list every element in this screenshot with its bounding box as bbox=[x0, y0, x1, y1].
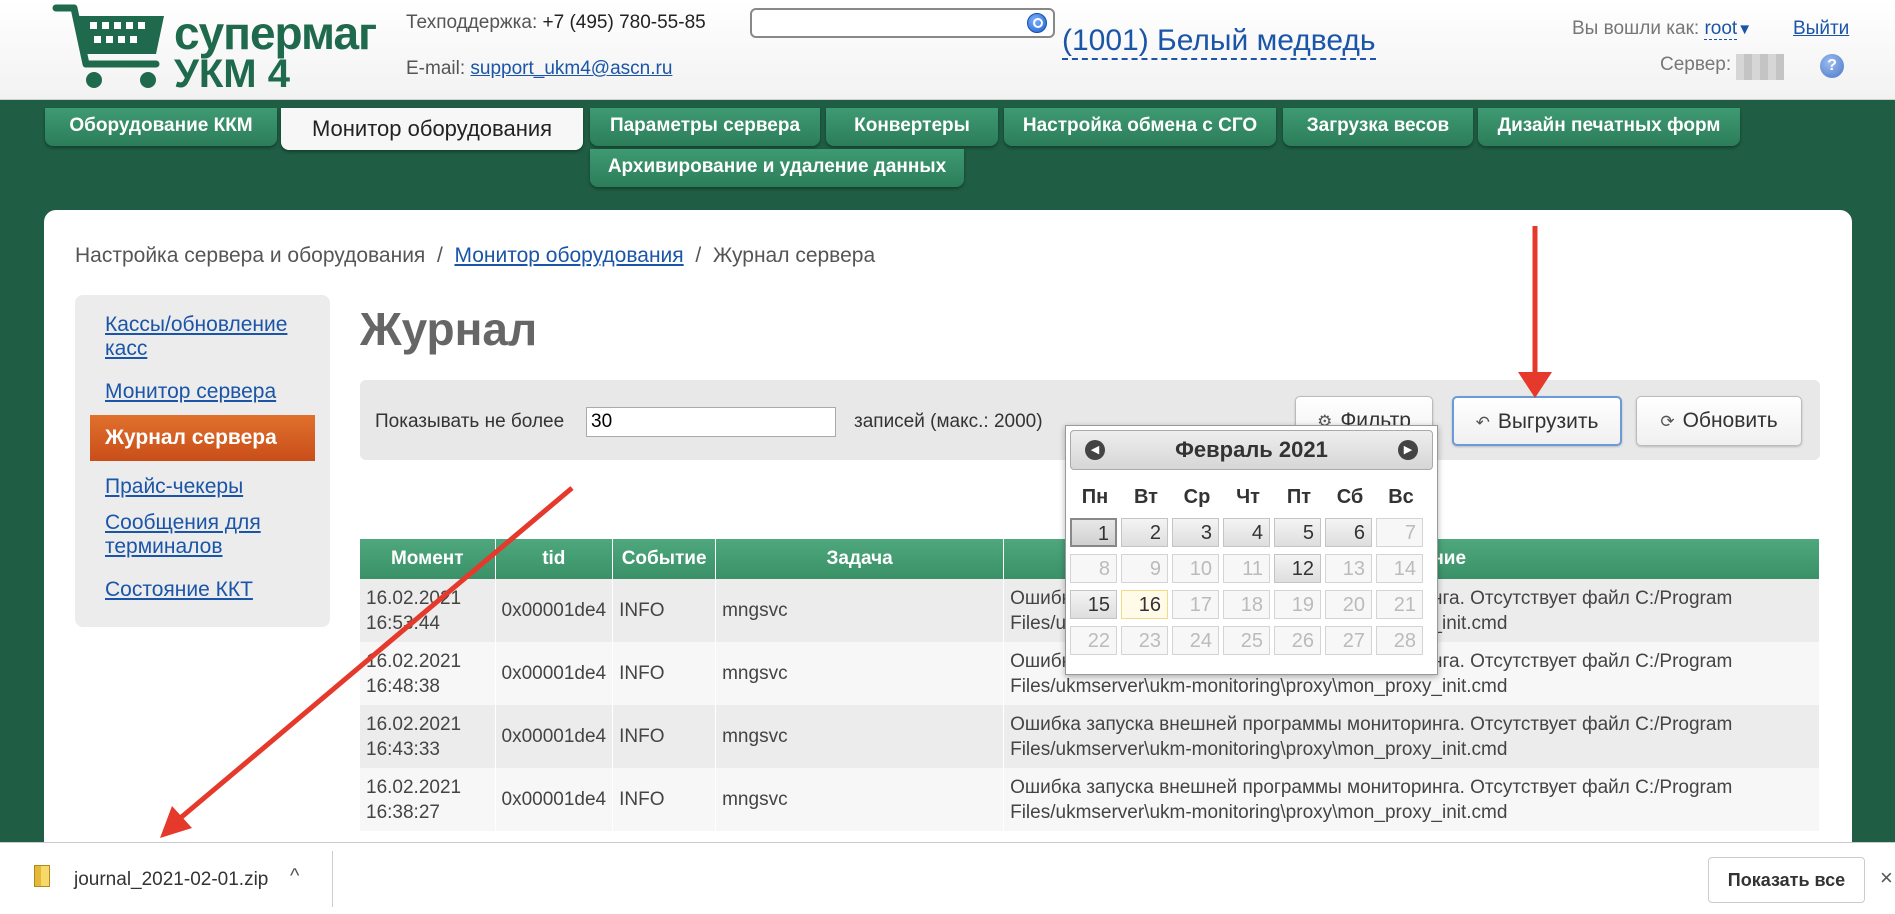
arrow-to-download bbox=[176, 486, 574, 822]
arrow-head-export bbox=[1518, 372, 1552, 398]
close-icon[interactable]: × bbox=[1880, 865, 1893, 891]
chevron-up-icon[interactable]: ^ bbox=[290, 865, 299, 888]
show-all-button[interactable]: Показать все bbox=[1708, 857, 1865, 903]
download-bar: journal_2021-02-01.zip ^ Показать все × bbox=[0, 842, 1895, 914]
annotation-arrows bbox=[160, 226, 1552, 838]
zip-file-icon bbox=[34, 865, 50, 887]
divider bbox=[332, 851, 333, 907]
download-filename[interactable]: journal_2021-02-01.zip bbox=[74, 869, 268, 891]
